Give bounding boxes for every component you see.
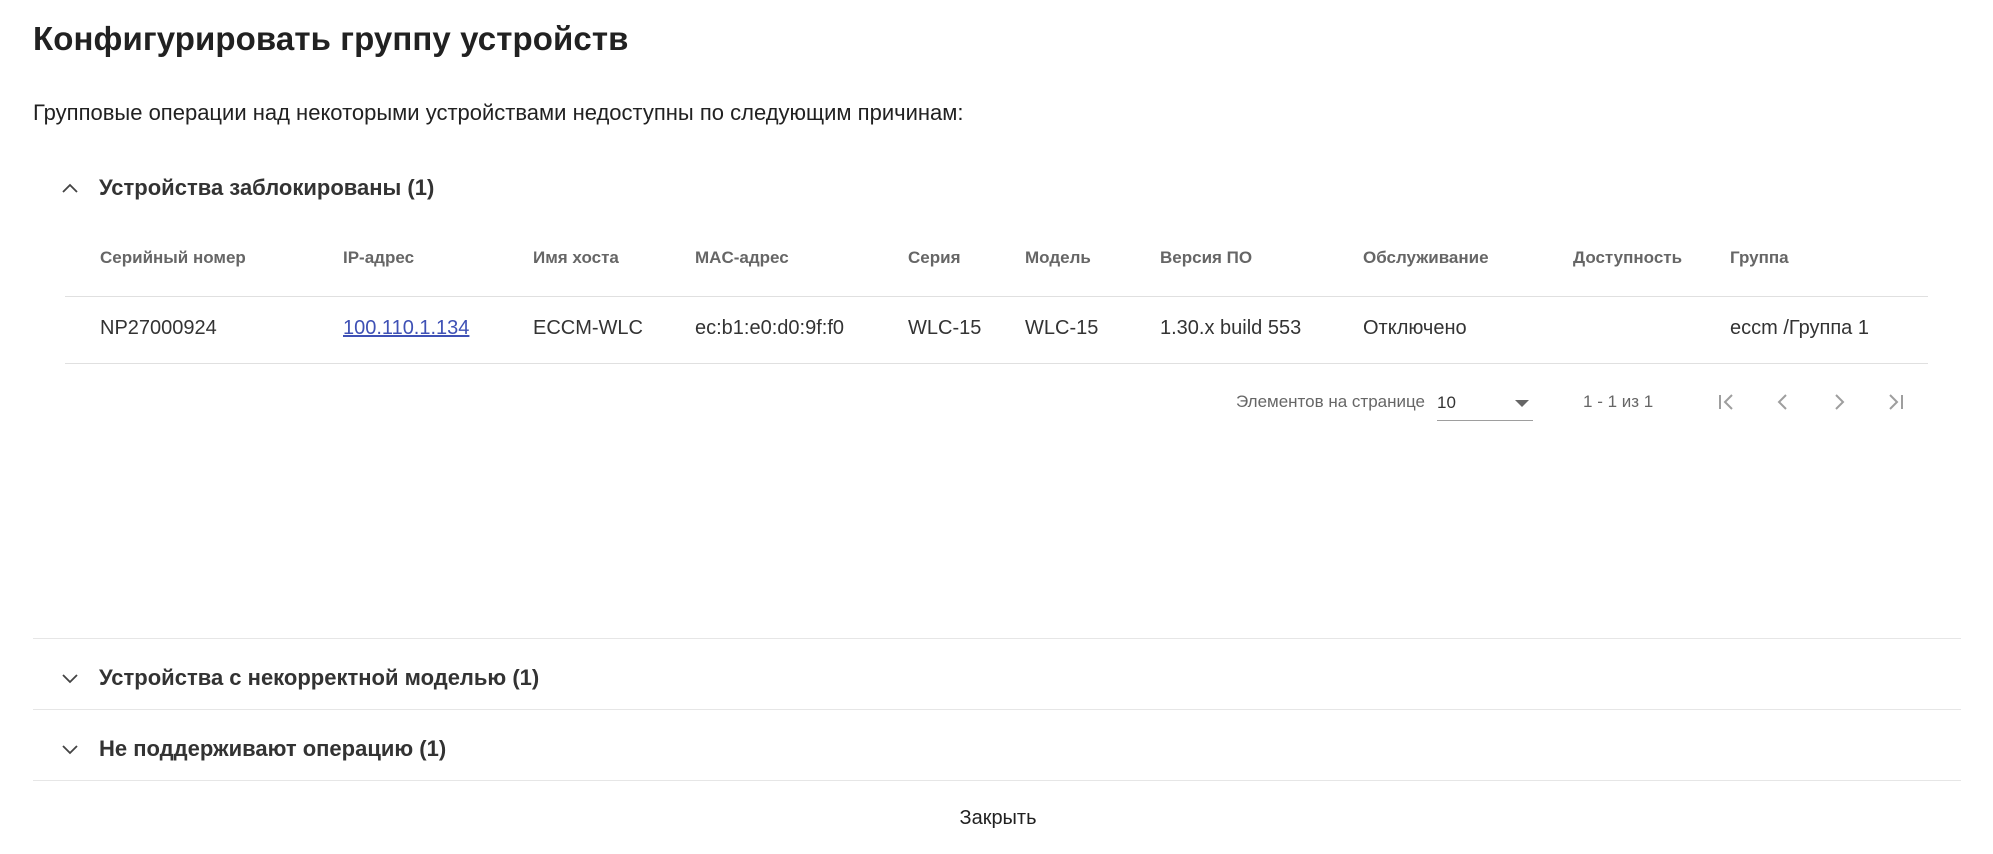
panel-divider (33, 709, 1961, 710)
previous-page-icon (1777, 394, 1787, 410)
last-page-button[interactable] (1867, 382, 1923, 422)
panel-divider (33, 638, 1961, 639)
configure-device-group-dialog: Конфигурировать группу устройств Группов… (0, 0, 1993, 854)
chevron-down-icon (60, 668, 80, 688)
column-header-firmware[interactable]: Версия ПО (1160, 248, 1252, 268)
cell-serial: NP27000924 (100, 317, 217, 339)
first-page-button[interactable] (1699, 382, 1755, 422)
cell-group: eccm /Группа 1 (1730, 317, 1869, 339)
paginator-buttons (1699, 382, 1923, 422)
dialog-subtitle: Групповые операции над некоторыми устрой… (33, 100, 964, 125)
panel-header-incorrect-model[interactable]: Устройства с некорректной моделью (1) (60, 658, 539, 698)
next-page-button[interactable] (1811, 382, 1867, 422)
table-row[interactable]: NP27000924 100.110.1.134 ECCM-WLC ec:b1:… (65, 297, 1928, 364)
column-header-series[interactable]: Серия (908, 248, 961, 268)
first-page-icon (1719, 394, 1733, 410)
column-header-ip[interactable]: IP-адрес (343, 248, 414, 268)
column-header-maintenance[interactable]: Обслуживание (1363, 248, 1489, 268)
last-page-icon (1889, 394, 1904, 410)
page-range-label: 1 - 1 из 1 (1583, 392, 1654, 411)
column-header-serial[interactable]: Серийный номер (100, 248, 246, 268)
column-header-mac[interactable]: MAC-адрес (695, 248, 789, 268)
blocked-devices-table: Серийный номер IP-адрес Имя хоста MAC-ад… (65, 230, 1928, 364)
cell-ip: 100.110.1.134 (343, 317, 469, 340)
ip-address-link[interactable]: 100.110.1.134 (343, 317, 469, 339)
next-page-icon (1835, 394, 1845, 410)
panel-label: Не поддерживают операцию (1) (99, 736, 447, 761)
cell-model: WLC-15 (1025, 317, 1099, 339)
items-per-page-label: Элементов на странице (1236, 392, 1426, 411)
previous-page-button[interactable] (1755, 382, 1811, 422)
column-header-hostname[interactable]: Имя хоста (533, 248, 619, 268)
cell-maintenance: Отключено (1363, 317, 1467, 339)
column-header-model[interactable]: Модель (1025, 248, 1091, 268)
close-button[interactable]: Закрыть (945, 800, 1051, 836)
panel-divider (33, 780, 1961, 781)
column-header-availability[interactable]: Доступность (1573, 248, 1682, 268)
paginator: Элементов на странице 10 1 - 1 из 1 (1236, 372, 1936, 432)
cell-series: WLC-15 (908, 317, 982, 339)
cell-firmware: 1.30.x build 553 (1160, 317, 1302, 339)
panel-header-blocked-devices[interactable]: Устройства заблокированы (1) (60, 168, 434, 208)
cell-hostname: ECCM-WLC (533, 317, 643, 339)
column-header-group[interactable]: Группа (1730, 248, 1789, 268)
dialog-title: Конфигурировать группу устройств (33, 20, 629, 57)
page-size-select[interactable]: 10 (1437, 383, 1534, 421)
cell-mac: ec:b1:e0:d0:9f:f0 (695, 317, 845, 339)
page-size-value: 10 (1437, 393, 1456, 412)
chevron-down-icon (60, 739, 80, 759)
chevron-up-icon (60, 178, 80, 198)
table-header-row: Серийный номер IP-адрес Имя хоста MAC-ад… (65, 230, 1928, 297)
dropdown-arrow-icon (1515, 400, 1530, 407)
panel-label: Устройства заблокированы (1) (99, 175, 435, 200)
panel-label: Устройства с некорректной моделью (1) (99, 665, 540, 690)
panel-header-unsupported-operation[interactable]: Не поддерживают операцию (1) (60, 729, 446, 769)
